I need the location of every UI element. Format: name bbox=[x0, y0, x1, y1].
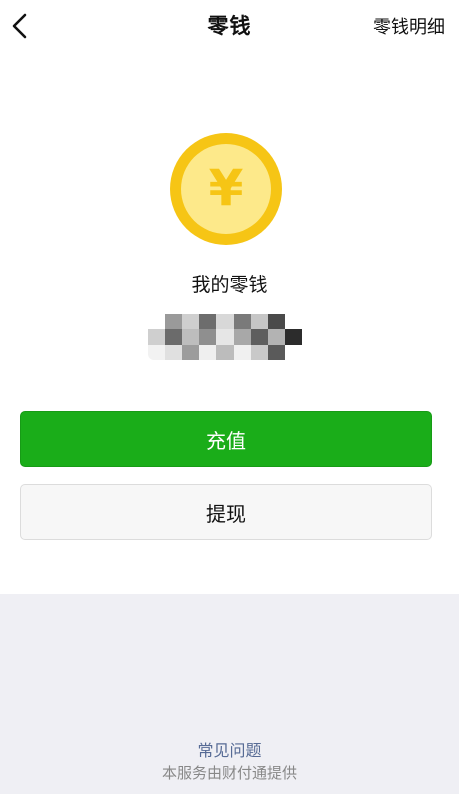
provider-note: 本服务由财付通提供 bbox=[161, 764, 297, 782]
recharge-button[interactable]: 充值 bbox=[20, 411, 432, 467]
top-nav-bar: 零钱 零钱明细 bbox=[0, 0, 459, 52]
balance-details-link[interactable]: 零钱明细 bbox=[373, 13, 445, 39]
yen-coin-icon: ¥ bbox=[170, 133, 282, 245]
withdraw-button[interactable]: 提现 bbox=[20, 484, 432, 540]
masked-balance-amount bbox=[148, 314, 302, 360]
faq-link[interactable]: 常见问题 bbox=[0, 737, 459, 761]
coin-symbol: ¥ bbox=[209, 159, 244, 217]
balance-label: 我的零钱 bbox=[191, 274, 268, 296]
